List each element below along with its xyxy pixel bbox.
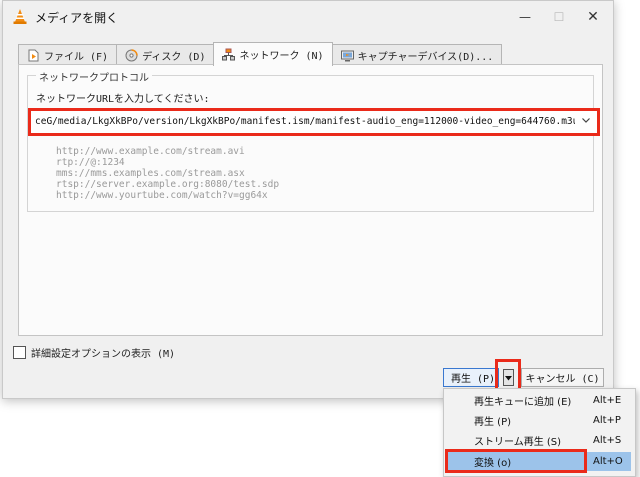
- tab-file-label: ファイル (F): [44, 51, 109, 63]
- menu-item-shortcut: Alt+P: [593, 415, 621, 426]
- close-button[interactable]: ✕: [579, 7, 607, 27]
- advanced-options-checkbox[interactable]: [13, 346, 26, 359]
- url-example: rtsp://server.example.org:8080/test.sdp: [56, 179, 280, 190]
- vlc-cone-icon: [13, 9, 27, 24]
- cancel-button[interactable]: キャンセル (C): [521, 368, 604, 387]
- tab-capture-device[interactable]: キャプチャーデバイス(D)...: [331, 44, 503, 65]
- dropdown-highlight-box: [495, 359, 521, 391]
- network-protocol-group: ネットワークプロトコル ネットワークURLを入力してください: ceG/medi…: [27, 69, 600, 212]
- chevron-down-icon[interactable]: [581, 115, 591, 125]
- url-examples: http://www.example.com/stream.avi rtp://…: [56, 146, 279, 201]
- network-icon: [222, 48, 236, 61]
- tab-network[interactable]: ネットワーク (N): [213, 42, 333, 66]
- advanced-options-toggle[interactable]: 詳細設定オプションの表示 (M): [13, 345, 175, 360]
- url-example: mms://mms.examples.com/stream.asx: [56, 168, 245, 179]
- url-example: rtp://@:1234: [56, 157, 125, 168]
- tab-capture-device-label: キャプチャーデバイス(D)...: [357, 51, 494, 63]
- menu-item-play[interactable]: 再生 (P) Alt+P: [446, 411, 631, 430]
- disc-icon: [125, 48, 138, 61]
- menu-item-enqueue[interactable]: 再生キューに追加 (E) Alt+E: [446, 391, 631, 410]
- tab-bar: ファイル (F) ディスク (D) ネットワーク (N) キャプチャーデバイス(…: [18, 42, 503, 66]
- url-example: http://www.example.com/stream.avi: [56, 146, 245, 157]
- menu-item-shortcut: Alt+S: [593, 435, 622, 446]
- menu-item-shortcut: Alt+E: [593, 395, 622, 406]
- capture-device-icon: [340, 50, 354, 61]
- file-icon: [28, 49, 39, 61]
- menu-item-label: 再生 (P): [474, 417, 512, 428]
- url-label: ネットワークURLを入力してください:: [36, 94, 210, 105]
- cancel-button-label: キャンセル (C): [525, 374, 600, 385]
- url-example: http://www.yourtube.com/watch?v=gg64x: [56, 190, 268, 201]
- menu-item-shortcut: Alt+O: [593, 456, 623, 467]
- open-media-dialog: メディアを開く — ☐ ✕ ファイル (F) ディスク (D) ネットワーク (…: [2, 0, 614, 399]
- window-title: メディアを開く: [35, 11, 119, 25]
- tab-network-label: ネットワーク (N): [239, 51, 324, 62]
- group-title: ネットワークプロトコル: [36, 69, 152, 84]
- tab-file[interactable]: ファイル (F): [18, 44, 118, 65]
- url-input[interactable]: ceG/media/LkgXkBPo/version/LkgXkBPo/mani…: [35, 113, 575, 131]
- menu-item-label: ストリーム再生 (S): [474, 437, 562, 448]
- maximize-button[interactable]: ☐: [545, 7, 573, 27]
- url-combobox[interactable]: ceG/media/LkgXkBPo/version/LkgXkBPo/mani…: [28, 108, 600, 136]
- menu-item-label: 再生キューに追加 (E): [474, 397, 572, 408]
- title-bar: メディアを開く — ☐ ✕: [3, 1, 613, 32]
- convert-highlight-box: [445, 449, 587, 473]
- tab-disc[interactable]: ディスク (D): [116, 44, 215, 65]
- network-panel: ネットワークプロトコル ネットワークURLを入力してください: ceG/medi…: [18, 64, 603, 336]
- minimize-button[interactable]: —: [511, 7, 539, 27]
- menu-item-stream[interactable]: ストリーム再生 (S) Alt+S: [446, 431, 631, 450]
- advanced-options-label: 詳細設定オプションの表示 (M): [31, 349, 176, 360]
- play-button-label: 再生 (P): [451, 374, 496, 385]
- play-button[interactable]: 再生 (P): [443, 368, 499, 387]
- tab-disc-label: ディスク (D): [142, 51, 206, 63]
